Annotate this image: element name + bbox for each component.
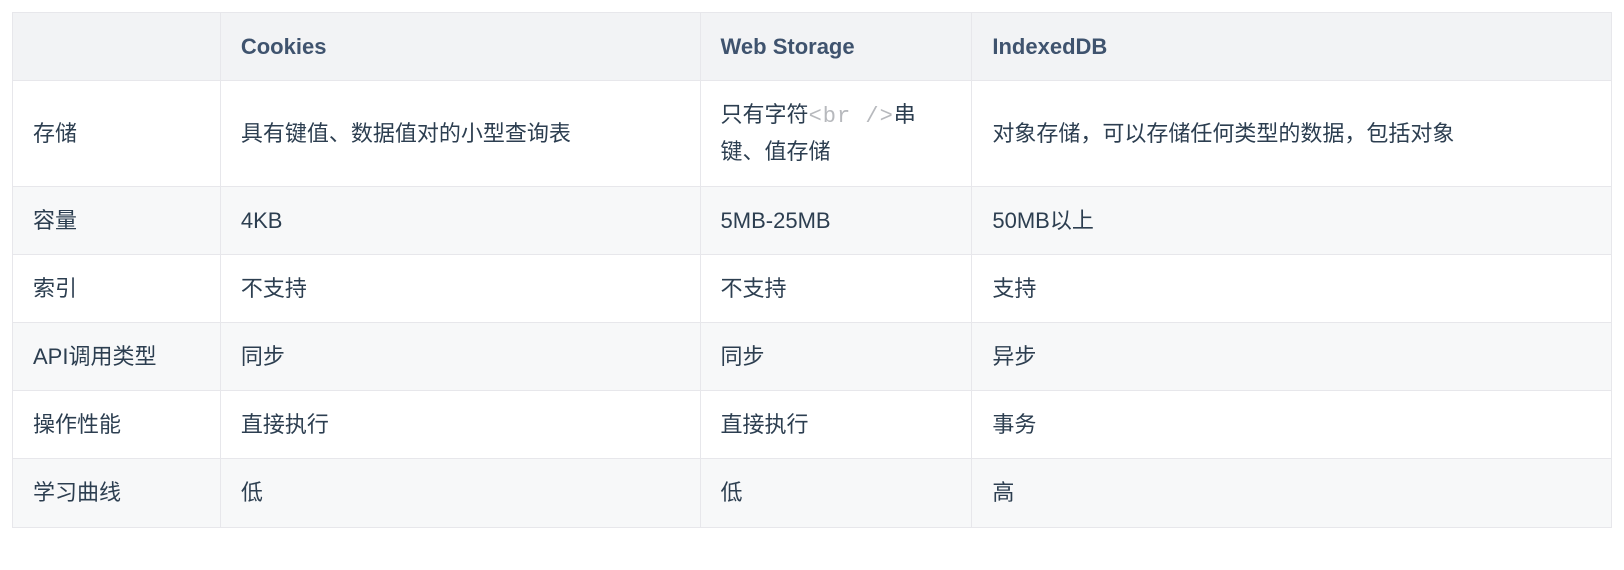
cell-cookies: 低 [220, 459, 700, 527]
table-row: 学习曲线 低 低 高 [13, 459, 1612, 527]
cell-cookies: 具有键值、数据值对的小型查询表 [220, 81, 700, 186]
table-row: 容量 4KB 5MB-25MB 50MB以上 [13, 186, 1612, 254]
header-web-storage: Web Storage [700, 13, 972, 81]
header-indexeddb: IndexedDB [972, 13, 1612, 81]
header-cookies: Cookies [220, 13, 700, 81]
row-label: 学习曲线 [13, 459, 221, 527]
cell-web-storage: 同步 [700, 322, 972, 390]
cell-web-storage: 不支持 [700, 254, 972, 322]
cell-web-storage: 低 [700, 459, 972, 527]
row-label: 存储 [13, 81, 221, 186]
table-row: API调用类型 同步 同步 异步 [13, 322, 1612, 390]
cell-indexeddb: 异步 [972, 322, 1612, 390]
row-label: 操作性能 [13, 391, 221, 459]
cell-indexeddb: 高 [972, 459, 1612, 527]
row-label: API调用类型 [13, 322, 221, 390]
cell-cookies: 直接执行 [220, 391, 700, 459]
code-fragment: <br /> [809, 104, 894, 129]
cell-web-storage: 直接执行 [700, 391, 972, 459]
table-header-row: Cookies Web Storage IndexedDB [13, 13, 1612, 81]
comparison-table: Cookies Web Storage IndexedDB 存储 具有键值、数据… [12, 12, 1612, 528]
cell-indexeddb: 事务 [972, 391, 1612, 459]
cell-indexeddb: 支持 [972, 254, 1612, 322]
header-blank [13, 13, 221, 81]
cell-web-storage: 5MB-25MB [700, 186, 972, 254]
cell-indexeddb: 50MB以上 [972, 186, 1612, 254]
table-row: 操作性能 直接执行 直接执行 事务 [13, 391, 1612, 459]
cell-text-pre: 只有字符 [721, 102, 809, 127]
cell-web-storage: 只有字符<br />串键、值存储 [700, 81, 972, 186]
table-row: 索引 不支持 不支持 支持 [13, 254, 1612, 322]
table-row: 存储 具有键值、数据值对的小型查询表 只有字符<br />串键、值存储 对象存储… [13, 81, 1612, 186]
row-label: 索引 [13, 254, 221, 322]
cell-indexeddb: 对象存储，可以存储任何类型的数据，包括对象 [972, 81, 1612, 186]
cell-cookies: 同步 [220, 322, 700, 390]
cell-cookies: 4KB [220, 186, 700, 254]
cell-cookies: 不支持 [220, 254, 700, 322]
row-label: 容量 [13, 186, 221, 254]
